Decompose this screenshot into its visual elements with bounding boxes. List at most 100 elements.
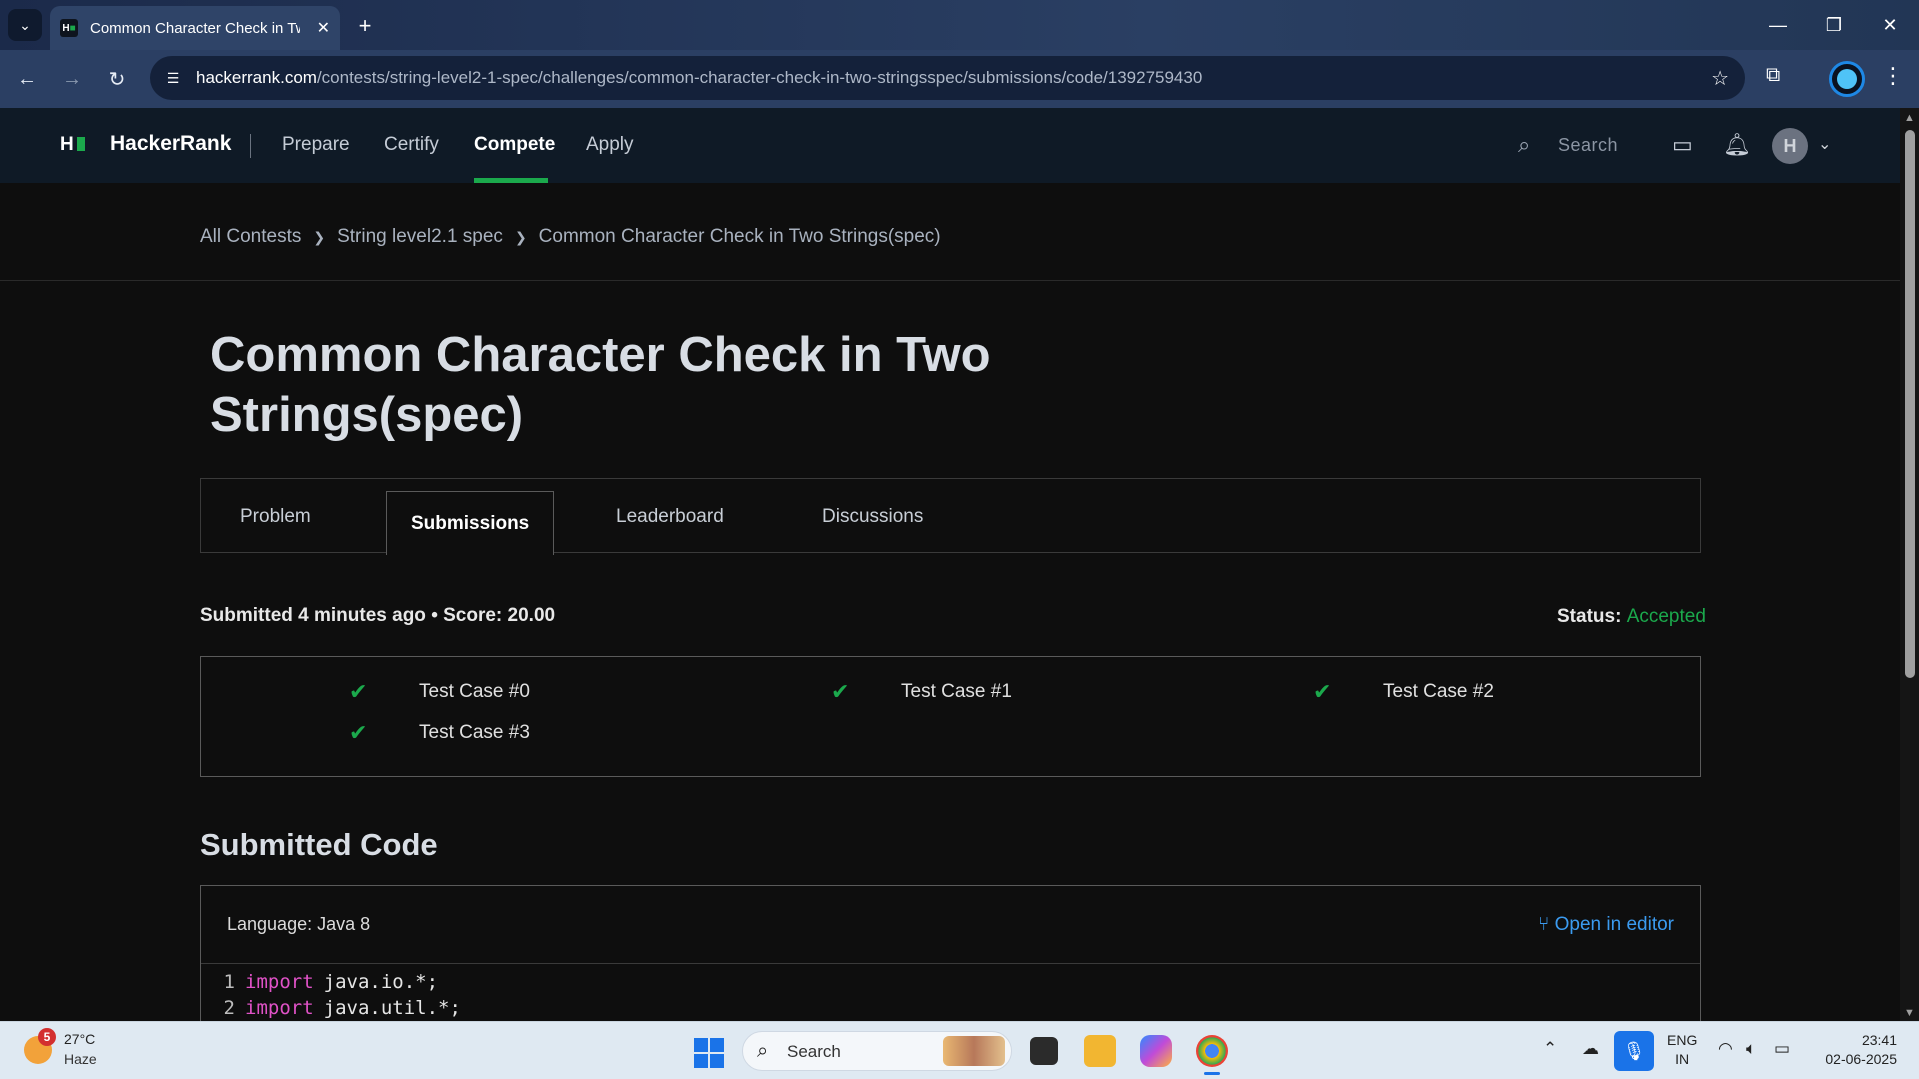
nav-compete[interactable]: Compete [474, 134, 555, 156]
chrome-icon[interactable] [1196, 1035, 1228, 1075]
status-label: Status: [1557, 606, 1622, 627]
nav-certify[interactable]: Certify [384, 134, 439, 156]
window-close-icon[interactable]: ✕ [1862, 0, 1918, 50]
volume-icon[interactable]: 🔈︎ [1746, 1039, 1756, 1059]
notifications-bell-icon[interactable]: 🔔︎ [1723, 132, 1751, 158]
hackerrank-favicon-icon: H ■ [60, 19, 78, 37]
clock-date: 02-06-2025 [1825, 1051, 1897, 1067]
taskbar-search[interactable]: ⌕ Search [742, 1031, 1012, 1071]
test-case-label: Test Case #3 [419, 722, 530, 743]
line-number: 2 [223, 997, 235, 1019]
search-icon[interactable]: ⌕ [1518, 132, 1530, 158]
system-clock[interactable]: 23:41 02-06-2025 [1817, 1031, 1897, 1069]
language-label: Language: Java 8 [227, 914, 371, 934]
page-title-line-2: Strings(spec) [210, 388, 524, 442]
browser-profile-avatar[interactable] [1829, 61, 1865, 97]
tab-discussions[interactable]: Discussions [822, 479, 923, 554]
site-header: H HackerRank Prepare Certify Compete App… [0, 108, 1900, 183]
submission-status: Status: Accepted [1557, 606, 1706, 628]
page-title-line-1: Common Character Check in Two [210, 328, 991, 382]
breadcrumb-all-contests[interactable]: All Contests [200, 226, 301, 248]
breadcrumb-challenge[interactable]: Common Character Check in Two Strings(sp… [539, 226, 941, 248]
check-icon: ✔ [1313, 679, 1332, 704]
check-icon: ✔ [349, 720, 368, 745]
header-divider [250, 134, 251, 158]
breadcrumb-band: All Contests ❯ String level2.1 spec ❯ Co… [0, 183, 1900, 281]
submitted-code-heading: Submitted Code [200, 827, 438, 862]
code-text: java.io.*; [323, 971, 439, 993]
show-hidden-icons-chevron-icon[interactable]: ⌃ [1543, 1039, 1557, 1059]
hackerrank-logo-icon[interactable]: H [60, 134, 85, 156]
weather-condition[interactable]: Haze [64, 1051, 97, 1067]
taskbar-search-label: Search [787, 1042, 841, 1061]
extensions-icon[interactable]: ⧉ [1766, 64, 1780, 87]
branch-icon: ⑂ [1537, 914, 1550, 935]
search-input[interactable]: Search [1558, 135, 1618, 156]
challenge-tabs: Problem Submissions Leaderboard Discussi… [200, 478, 1701, 555]
onedrive-offline-icon[interactable]: ☁ [1582, 1039, 1599, 1059]
clock-time: 23:41 [1861, 1032, 1897, 1048]
code-keyword: import [245, 971, 314, 993]
tab-title: Common Character Check in Tw [90, 19, 300, 37]
code-keyword: import [245, 997, 314, 1019]
forward-icon[interactable]: → [56, 63, 88, 95]
minimize-icon[interactable]: — [1750, 0, 1806, 50]
tab-submissions[interactable]: Submissions [386, 491, 555, 555]
user-avatar[interactable]: H [1772, 128, 1808, 164]
chevron-right-icon: ❯ [514, 228, 527, 245]
back-icon[interactable]: ← [11, 63, 43, 95]
test-case-item[interactable]: ✔ Test Case #0 [349, 679, 530, 705]
status-badge: Accepted [1626, 606, 1706, 627]
test-case-label: Test Case #0 [419, 681, 530, 702]
os-taskbar: 5 27°C Haze ⌕ Search ⌃ ☁ 🎙︎ ENG IN ◠ 🔈︎ … [0, 1021, 1919, 1079]
check-icon: ✔ [831, 679, 850, 704]
chevron-down-icon[interactable]: ⌄ [1818, 134, 1831, 154]
test-case-item[interactable]: ✔ Test Case #2 [1313, 679, 1494, 705]
weather-alert-badge: 5 [38, 1028, 56, 1046]
test-case-item[interactable]: ✔ Test Case #1 [831, 679, 1012, 705]
page-scrollbar[interactable]: ▲ ▼ [1900, 108, 1919, 1021]
bookmark-star-icon[interactable]: ☆ [1711, 66, 1729, 91]
code-text: java.util.*; [323, 997, 461, 1019]
search-icon: ⌕ [757, 1040, 769, 1062]
test-case-label: Test Case #1 [901, 681, 1012, 702]
battery-icon[interactable]: ▭ [1774, 1039, 1790, 1059]
url-text[interactable]: hackerrank.com/contests/string-level2-1-… [196, 68, 1202, 88]
weather-temperature[interactable]: 27°C [64, 1031, 95, 1047]
copilot-icon[interactable] [1140, 1035, 1172, 1067]
submission-summary: Submitted 4 minutes ago • Score: 20.00 [200, 605, 556, 626]
file-explorer-icon[interactable] [1084, 1035, 1116, 1067]
scroll-up-icon[interactable]: ▲ [1904, 112, 1915, 124]
microphone-icon[interactable]: 🎙︎ [1614, 1031, 1654, 1071]
browser-menu-icon[interactable]: ⋮ [1882, 63, 1904, 89]
open-in-editor-link[interactable]: ⑂ Open in editor [1538, 914, 1674, 936]
messages-icon[interactable]: ▭ [1672, 132, 1693, 158]
nav-prepare[interactable]: Prepare [282, 134, 350, 156]
scroll-down-icon[interactable]: ▼ [1904, 1007, 1915, 1019]
language-indicator[interactable]: ENG IN [1667, 1031, 1697, 1069]
site-info-icon[interactable]: ☰ [162, 67, 184, 89]
search-highlight-image [943, 1036, 1005, 1066]
browser-tab[interactable]: H ■ Common Character Check in Tw ✕ [50, 6, 340, 50]
new-tab-button[interactable]: + [350, 12, 380, 40]
restore-icon[interactable]: ❐ [1806, 0, 1862, 50]
tab-leaderboard[interactable]: Leaderboard [616, 479, 724, 554]
breadcrumb-contest[interactable]: String level2.1 spec [337, 226, 503, 248]
reload-icon[interactable]: ↻ [101, 63, 133, 95]
test-case-item[interactable]: ✔ Test Case #3 [349, 720, 530, 746]
check-icon: ✔ [349, 679, 368, 704]
windows-start-icon[interactable] [694, 1038, 724, 1068]
tab-close-icon[interactable]: ✕ [317, 18, 330, 38]
wifi-icon[interactable]: ◠ [1718, 1039, 1733, 1059]
tab-problem[interactable]: Problem [240, 479, 311, 554]
task-view-icon[interactable] [1030, 1037, 1058, 1065]
tab-search-button[interactable]: ⌄ [8, 9, 42, 41]
test-cases-panel: ✔ Test Case #0 ✔ Test Case #1 ✔ Test Cas… [200, 656, 1701, 777]
brand-name[interactable]: HackerRank [110, 132, 231, 156]
nav-apply[interactable]: Apply [586, 134, 634, 156]
code-panel-header: Language: Java 8 ⑂ Open in editor [201, 886, 1700, 964]
breadcrumb: All Contests ❯ String level2.1 spec ❯ Co… [200, 226, 941, 248]
test-case-label: Test Case #2 [1383, 681, 1494, 702]
address-bar[interactable]: ☰ hackerrank.com/contests/string-level2-… [150, 56, 1745, 100]
scrollbar-thumb[interactable] [1905, 130, 1915, 678]
